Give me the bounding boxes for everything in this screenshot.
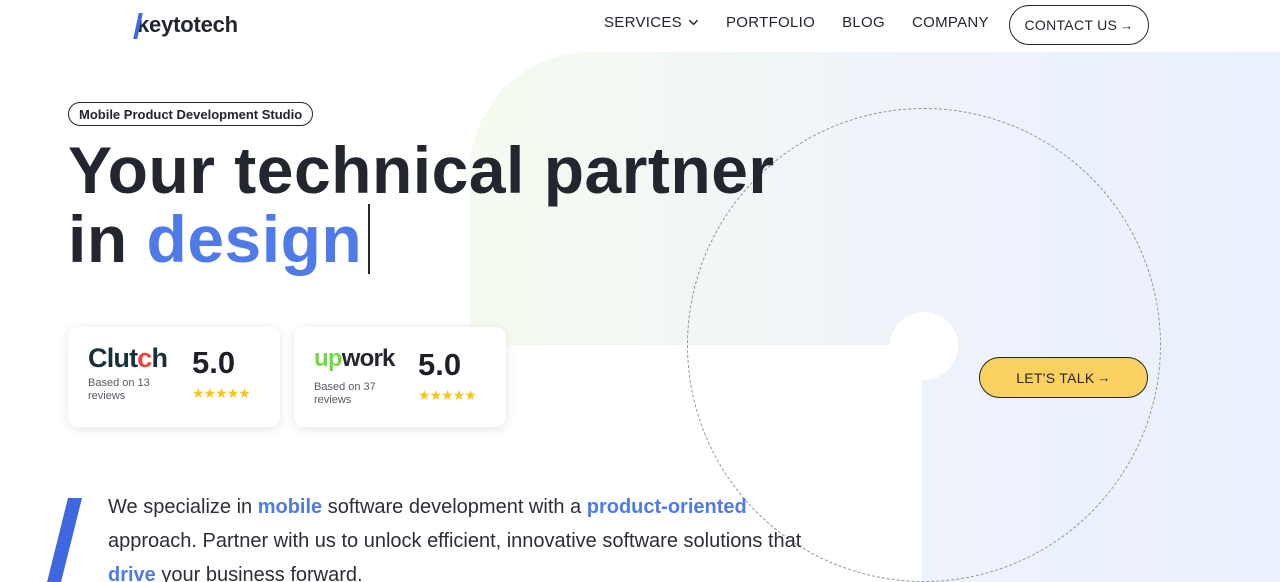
contact-us-label: CONTACT US xyxy=(1024,17,1118,33)
lets-talk-label: LET'S TALK xyxy=(1016,369,1095,386)
star-icon: ★ xyxy=(238,385,251,401)
desc-text-2: software development with a xyxy=(322,496,587,518)
star-icon: ★ xyxy=(215,385,228,401)
desc-highlight-drive: drive xyxy=(108,564,156,582)
desc-text-1: We specialize in xyxy=(108,496,258,518)
contact-us-button[interactable]: CONTACT US → xyxy=(1009,5,1149,45)
logo-text: keytotech xyxy=(137,12,238,37)
studio-badge: Mobile Product Development Studio xyxy=(68,102,314,126)
star-icon: ★ xyxy=(452,387,466,403)
star-icon: ★ xyxy=(429,387,443,403)
star-icon: ★ xyxy=(418,387,431,403)
lets-talk-button[interactable]: LET'S TALK → xyxy=(979,357,1148,398)
quote-accent-bar xyxy=(45,498,82,582)
upwork-score: 5.0 xyxy=(418,347,462,382)
nav-portfolio[interactable]: PORTFOLIO xyxy=(726,14,815,31)
desc-text-3: approach. Partner with us to unlock effi… xyxy=(108,530,802,552)
clutch-score: 5.0 xyxy=(192,345,236,380)
chevron-down-icon xyxy=(688,19,699,26)
star-icon: ★ xyxy=(226,385,240,401)
star-icon: ★ xyxy=(192,385,205,401)
clutch-review-card[interactable]: Clutch Based on 13 reviews 5.0 ★★★★★ xyxy=(68,327,280,427)
nav-services[interactable]: SERVICES xyxy=(604,14,699,31)
upwork-logo: upwork xyxy=(314,345,395,372)
nav-blog[interactable]: BLOG xyxy=(842,14,885,31)
nav-company[interactable]: COMPANY xyxy=(912,14,989,31)
arrow-right-icon: → xyxy=(1120,17,1134,33)
desc-highlight-mobile: mobile xyxy=(257,496,323,518)
typing-caret xyxy=(368,204,371,274)
clutch-logo: Clutch xyxy=(88,343,168,373)
desc-highlight-product-oriented: product-oriented xyxy=(586,496,747,518)
hero-headline: Your technical partner in design xyxy=(68,136,775,274)
star-icon: ★ xyxy=(464,387,477,403)
site-header: keytotech SERVICES PORTFOLIO BLOG COMPAN… xyxy=(0,0,1280,52)
desc-text-4: your business forward. xyxy=(155,564,363,582)
main-nav: SERVICES PORTFOLIO BLOG COMPANY xyxy=(604,14,1016,31)
upwork-stars-rating: ★★★★★ xyxy=(418,387,477,404)
headline-line-2-prefix: in xyxy=(68,202,147,276)
intro-description: We specialize in mobile software develop… xyxy=(108,490,808,582)
nav-services-label: SERVICES xyxy=(604,14,682,31)
headline-accent-word: design xyxy=(146,202,363,276)
arrow-right-icon: → xyxy=(1097,370,1111,385)
upwork-review-count: Based on 37 reviews xyxy=(314,381,376,406)
headline-line-1: Your technical partner xyxy=(68,133,775,207)
clutch-stars-rating: ★★★★★ xyxy=(192,385,251,402)
upwork-review-card[interactable]: upwork Based on 37 reviews 5.0 ★★★★★ xyxy=(294,327,506,427)
star-icon: ★ xyxy=(441,387,454,403)
clutch-review-count: Based on 13 reviews xyxy=(88,377,150,402)
star-icon: ★ xyxy=(203,385,217,401)
brand-logo[interactable]: keytotech xyxy=(133,10,238,40)
